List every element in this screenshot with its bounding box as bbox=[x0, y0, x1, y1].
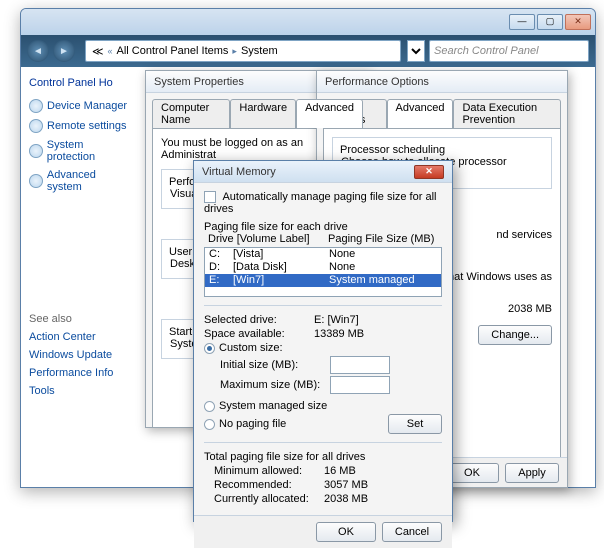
set-button[interactable]: Set bbox=[388, 414, 442, 434]
see-also-tools[interactable]: Tools bbox=[29, 385, 133, 397]
breadcrumb-icon: ≪ bbox=[92, 45, 104, 58]
drive-list[interactable]: C:[Vista]None D:[Data Disk]None E:[Win7]… bbox=[204, 247, 442, 297]
sidebar-item-label: Device Manager bbox=[47, 100, 127, 112]
tab-row: Computer Name Hardware Advanced bbox=[146, 93, 369, 128]
dialog-title: Performance Options bbox=[317, 71, 567, 93]
auto-manage-label: Automatically manage paging file size fo… bbox=[204, 191, 436, 215]
drive-row[interactable]: D:[Data Disk]None bbox=[205, 261, 441, 274]
breadcrumb-item[interactable]: System bbox=[241, 45, 278, 57]
virtual-memory-dialog: Virtual Memory ✕ Automatically manage pa… bbox=[193, 160, 453, 522]
close-button[interactable]: ✕ bbox=[565, 14, 591, 30]
sidebar-item-label: System protection bbox=[47, 139, 133, 163]
ok-button[interactable]: OK bbox=[445, 463, 499, 483]
auto-manage-row: Automatically manage paging file size fo… bbox=[204, 191, 442, 215]
sidebar-item-remote-settings[interactable]: Remote settings bbox=[29, 119, 133, 133]
currently-allocated-value: 2038 MB bbox=[324, 493, 368, 505]
tab-dep[interactable]: Data Execution Prevention bbox=[453, 99, 561, 128]
shield-icon bbox=[29, 119, 43, 133]
change-button[interactable]: Change... bbox=[478, 325, 552, 345]
currently-allocated-label: Currently allocated: bbox=[214, 493, 324, 505]
sidebar-item-device-manager[interactable]: Device Manager bbox=[29, 99, 133, 113]
shield-icon bbox=[29, 144, 43, 158]
drive-letter: E: bbox=[209, 274, 233, 287]
drive-letter: D: bbox=[209, 261, 233, 274]
sidebar-item-label: Remote settings bbox=[47, 120, 126, 132]
dialog-title-text: Virtual Memory bbox=[202, 166, 276, 178]
drive-size: None bbox=[329, 248, 437, 261]
drive-row[interactable]: C:[Vista]None bbox=[205, 248, 441, 261]
shield-icon bbox=[29, 99, 43, 113]
drive-label: [Vista] bbox=[233, 248, 329, 261]
recommended-value: 3057 MB bbox=[324, 479, 368, 491]
navbar: ◄ ► ≪ « All Control Panel Items ▸ System… bbox=[21, 35, 595, 67]
group-title: Processor scheduling bbox=[337, 144, 448, 156]
tab-advanced[interactable]: Advanced bbox=[387, 99, 454, 128]
maximize-button[interactable]: ▢ bbox=[537, 14, 563, 30]
col-size: Paging File Size (MB) bbox=[328, 233, 438, 245]
tab-advanced[interactable]: Advanced bbox=[296, 99, 363, 128]
close-button[interactable]: ✕ bbox=[414, 165, 444, 179]
auto-manage-checkbox[interactable] bbox=[204, 191, 216, 203]
search-input[interactable]: Search Control Panel bbox=[429, 40, 589, 62]
sidebar-item-advanced-system[interactable]: Advanced system bbox=[29, 169, 133, 193]
drive-list-header: Paging file size for each drive bbox=[204, 221, 442, 233]
selected-drive-value: E: [Win7] bbox=[314, 314, 359, 326]
min-allowed-label: Minimum allowed: bbox=[214, 465, 324, 477]
initial-size-input[interactable] bbox=[330, 356, 390, 374]
drive-row[interactable]: E:[Win7]System managed bbox=[205, 274, 441, 287]
shield-icon bbox=[29, 174, 43, 188]
forward-button[interactable]: ► bbox=[53, 40, 75, 62]
system-managed-label: System managed size bbox=[219, 400, 327, 412]
no-paging-label: No paging file bbox=[219, 418, 286, 430]
drive-size: None bbox=[329, 261, 437, 274]
see-also-windows-update[interactable]: Windows Update bbox=[29, 349, 133, 361]
sidebar-item-label: Advanced system bbox=[47, 169, 133, 193]
ok-button[interactable]: OK bbox=[316, 522, 376, 542]
dialog-title: Virtual Memory ✕ bbox=[194, 161, 452, 183]
selected-drive-label: Selected drive: bbox=[204, 314, 314, 326]
space-available-value: 13389 MB bbox=[314, 328, 364, 340]
see-also-perf-info[interactable]: Performance Info bbox=[29, 367, 133, 379]
apply-button[interactable]: Apply bbox=[505, 463, 559, 483]
custom-size-radio[interactable] bbox=[204, 343, 215, 354]
minimize-button[interactable]: — bbox=[509, 14, 535, 30]
address-bar[interactable]: ≪ « All Control Panel Items ▸ System bbox=[85, 40, 401, 62]
maximum-size-input[interactable] bbox=[330, 376, 390, 394]
no-paging-radio[interactable] bbox=[204, 419, 215, 430]
custom-size-label: Custom size: bbox=[219, 342, 283, 354]
sidebar-header: Control Panel Ho bbox=[29, 77, 133, 89]
totals-header: Total paging file size for all drives bbox=[204, 451, 442, 463]
drive-letter: C: bbox=[209, 248, 233, 261]
see-also-header: See also bbox=[29, 313, 133, 325]
address-dropdown[interactable] bbox=[407, 40, 425, 62]
back-button[interactable]: ◄ bbox=[27, 40, 49, 62]
initial-size-label: Initial size (MB): bbox=[220, 359, 330, 371]
col-drive: Drive [Volume Label] bbox=[208, 233, 328, 245]
maximum-size-label: Maximum size (MB): bbox=[220, 379, 330, 391]
drive-label: [Win7] bbox=[233, 274, 329, 287]
drive-columns: Drive [Volume Label] Paging File Size (M… bbox=[204, 233, 442, 245]
dialog-footer: OK Cancel bbox=[194, 515, 452, 548]
see-also-action-center[interactable]: Action Center bbox=[29, 331, 133, 343]
titlebar: — ▢ ✕ bbox=[21, 9, 595, 35]
drive-label: [Data Disk] bbox=[233, 261, 329, 274]
system-managed-radio[interactable] bbox=[204, 401, 215, 412]
drive-size: System managed bbox=[329, 274, 437, 287]
breadcrumb-item[interactable]: All Control Panel Items bbox=[117, 45, 229, 57]
sidebar-item-system-protection[interactable]: System protection bbox=[29, 139, 133, 163]
tab-hardware[interactable]: Hardware bbox=[230, 99, 296, 128]
min-allowed-value: 16 MB bbox=[324, 465, 356, 477]
recommended-label: Recommended: bbox=[214, 479, 324, 491]
sidebar: Control Panel Ho Device Manager Remote s… bbox=[21, 67, 141, 487]
space-available-label: Space available: bbox=[204, 328, 314, 340]
tab-computer-name[interactable]: Computer Name bbox=[152, 99, 230, 128]
cancel-button[interactable]: Cancel bbox=[382, 522, 442, 542]
